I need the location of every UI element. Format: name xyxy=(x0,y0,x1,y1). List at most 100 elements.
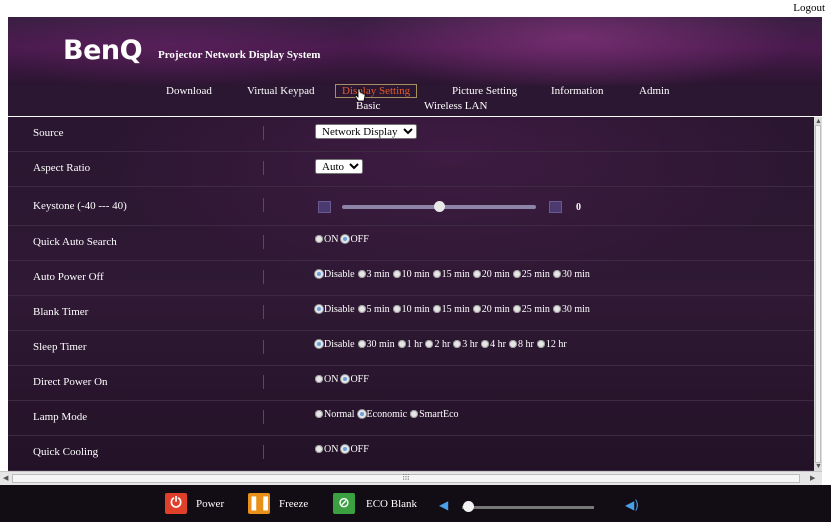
auto-power-off-option[interactable]: 20 min xyxy=(472,269,510,280)
sleep-timer-option[interactable]: 12 hr xyxy=(536,339,567,350)
tab-virtual-keypad[interactable]: Virtual Keypad xyxy=(247,85,314,97)
sleep-timer-option[interactable]: 2 hr xyxy=(425,339,450,350)
volume-thumb[interactable] xyxy=(463,501,474,512)
radio-icon xyxy=(315,270,323,278)
radio-label: 4 hr xyxy=(490,339,506,350)
radio-icon xyxy=(552,270,561,278)
blank-timer-option[interactable]: 20 min xyxy=(472,304,510,315)
lamp-mode-option[interactable]: Normal xyxy=(315,409,355,420)
keystone-thumb[interactable] xyxy=(434,201,445,212)
tab-information[interactable]: Information xyxy=(551,85,604,97)
vertical-scroll-thumb[interactable] xyxy=(815,125,821,463)
radio-label: Disable xyxy=(324,339,355,350)
auto-power-off-option[interactable]: 30 min xyxy=(552,269,590,280)
tab-admin[interactable]: Admin xyxy=(639,85,670,97)
vertical-scrollbar[interactable]: ▲ ▼ xyxy=(814,117,822,471)
freeze-icon: ❚❚ xyxy=(248,493,271,514)
row-direct-power-on: Direct Power On ON OFF xyxy=(8,366,814,401)
auto-power-off-option[interactable]: 10 min xyxy=(392,269,430,280)
radio-icon xyxy=(357,410,366,418)
auto-power-off-option[interactable]: 3 min xyxy=(357,269,390,280)
blank-timer-option[interactable]: 10 min xyxy=(392,304,430,315)
auto-power-off-option[interactable]: 25 min xyxy=(512,269,550,280)
source-select[interactable]: Network Display xyxy=(315,124,417,139)
subtab-wireless-lan[interactable]: Wireless LAN xyxy=(424,100,487,112)
direct-power-on-option[interactable]: OFF xyxy=(341,374,369,385)
auto-power-off-option[interactable]: Disable xyxy=(315,269,355,280)
quick-auto-search-label: Quick Auto Search xyxy=(33,236,117,248)
sleep-timer-option[interactable]: 8 hr xyxy=(508,339,534,350)
sleep-timer-label: Sleep Timer xyxy=(33,341,87,353)
sleep-timer-option[interactable]: Disable xyxy=(315,339,355,350)
scroll-up-icon[interactable]: ▲ xyxy=(815,117,822,125)
direct-power-on-option[interactable]: ON xyxy=(315,374,338,385)
radio-icon xyxy=(508,340,517,348)
row-quick-auto-search: Quick Auto Search ON OFF xyxy=(8,226,814,261)
horizontal-scroll-thumb[interactable]: ⁞⁞⁞ xyxy=(12,474,800,483)
scroll-left-icon[interactable]: ◀ xyxy=(3,474,8,482)
radio-label: 10 min xyxy=(401,304,430,315)
quick-auto-search-option[interactable]: OFF xyxy=(341,234,369,245)
volume-up-icon[interactable]: ◀) xyxy=(625,498,639,512)
blank-timer-option[interactable]: 5 min xyxy=(357,304,390,315)
tab-download[interactable]: Download xyxy=(166,85,212,97)
eco-blank-label: ECO Blank xyxy=(366,498,418,510)
radio-label: 1 hr xyxy=(406,339,423,350)
radio-icon xyxy=(481,340,490,348)
horizontal-scrollbar[interactable]: ◀ ⁞⁞⁞ ▶ xyxy=(0,471,822,485)
tab-display-setting[interactable]: Display Setting xyxy=(335,84,418,98)
quick-cooling-option[interactable]: OFF xyxy=(341,444,369,455)
source-label: Source xyxy=(33,127,64,139)
volume-track[interactable] xyxy=(462,506,594,509)
radio-label: 15 min xyxy=(441,304,470,315)
radio-icon xyxy=(410,410,419,418)
radio-label: 20 min xyxy=(481,304,510,315)
divider xyxy=(263,410,264,424)
row-lamp-mode: Lamp Mode Normal Economic SmartEco xyxy=(8,401,814,436)
quick-auto-search-option[interactable]: ON xyxy=(315,234,338,245)
radio-label: 8 hr xyxy=(517,339,534,350)
auto-power-off-options: Disable 3 min 10 min 15 min 20 min 25 min 30 m… xyxy=(315,269,593,280)
lamp-mode-option[interactable]: SmartEco xyxy=(410,409,459,420)
scroll-down-icon[interactable]: ▼ xyxy=(815,462,822,470)
row-blank-timer: Blank Timer Disable 5 min 10 min 15 min 20 m… xyxy=(8,296,814,331)
keystone-decrease-button[interactable] xyxy=(318,201,331,213)
blank-timer-label: Blank Timer xyxy=(33,306,89,318)
radio-label: 12 hr xyxy=(545,339,567,350)
sleep-timer-option[interactable]: 1 hr xyxy=(397,339,423,350)
blank-timer-option[interactable]: 25 min xyxy=(512,304,550,315)
radio-icon xyxy=(392,305,401,313)
row-quick-cooling: Quick Cooling ON OFF xyxy=(8,436,814,471)
direct-power-on-label: Direct Power On xyxy=(33,376,108,388)
settings-panel: Source Network Display Aspect Ratio Auto… xyxy=(8,117,814,471)
sleep-timer-option[interactable]: 30 min xyxy=(357,339,395,350)
quick-cooling-options: ON OFF xyxy=(315,444,372,455)
keystone-increase-button[interactable] xyxy=(549,201,562,213)
radio-label: 30 min xyxy=(561,269,590,280)
divider xyxy=(263,445,264,459)
quick-cooling-option[interactable]: ON xyxy=(315,444,338,455)
radio-icon xyxy=(425,340,434,348)
sleep-timer-option[interactable]: 4 hr xyxy=(481,339,506,350)
radio-label: OFF xyxy=(350,234,369,245)
auto-power-off-option[interactable]: 15 min xyxy=(432,269,470,280)
blank-timer-option[interactable]: Disable xyxy=(315,304,355,315)
sleep-timer-option[interactable]: 3 hr xyxy=(453,339,478,350)
radio-icon xyxy=(357,270,366,278)
radio-label: ON xyxy=(324,374,339,385)
tab-picture-setting[interactable]: Picture Setting xyxy=(452,85,517,97)
blank-timer-option[interactable]: 30 min xyxy=(552,304,590,315)
lamp-mode-option[interactable]: Economic xyxy=(357,409,407,420)
bottom-control-bar: ⏻ Power ❚❚ Freeze ⊘ ECO Blank ◀ ◀) xyxy=(0,485,831,522)
logout-link[interactable]: Logout xyxy=(793,2,825,14)
blank-timer-option[interactable]: 15 min xyxy=(432,304,470,315)
divider xyxy=(263,126,264,140)
volume-down-icon[interactable]: ◀ xyxy=(439,498,448,512)
radio-label: OFF xyxy=(350,374,369,385)
aspect-ratio-select[interactable]: Auto xyxy=(315,159,363,174)
scroll-right-icon[interactable]: ▶ xyxy=(810,474,815,482)
radio-icon xyxy=(392,270,401,278)
radio-icon xyxy=(315,305,323,313)
auto-power-off-label: Auto Power Off xyxy=(33,271,104,283)
radio-icon xyxy=(397,340,406,348)
